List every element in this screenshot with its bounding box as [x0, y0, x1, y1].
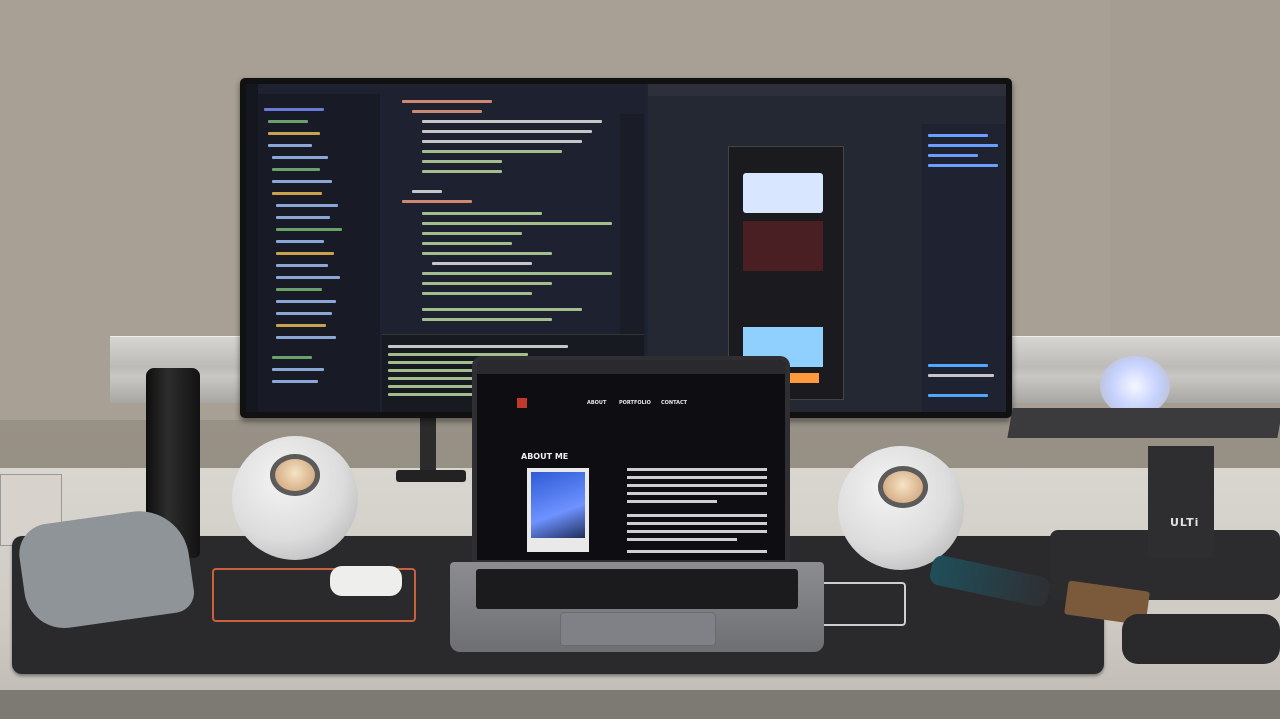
devtools-line: [928, 374, 994, 377]
code-line: [422, 120, 602, 123]
desk-edge: [0, 690, 1280, 719]
monitor-stand: [420, 418, 436, 478]
explorer-line: [276, 300, 336, 303]
tablet-stand-top: [1007, 408, 1280, 438]
devtools-line: [928, 144, 998, 147]
code-line: [422, 130, 592, 133]
laptop-browser-bar: [477, 360, 785, 374]
monitor-stand-base: [396, 470, 466, 482]
code-line: [422, 160, 502, 163]
explorer-line: [276, 228, 342, 231]
laptop-screen: ABOUT PORTFOLIO CONTACT ABOUT ME: [477, 360, 785, 560]
devtools-panel: [922, 124, 1006, 412]
about-text-line: [627, 514, 767, 517]
about-text-line: [627, 550, 767, 553]
code-line: [422, 232, 522, 235]
devtools-line: [928, 134, 988, 137]
explorer-line: [276, 216, 330, 219]
speaker-right-cone: [878, 466, 928, 508]
explorer-line: [276, 312, 332, 315]
explorer-line: [272, 380, 318, 383]
code-line: [422, 272, 612, 275]
code-line: [422, 242, 512, 245]
wrist-rest: [1122, 614, 1280, 664]
about-text-line: [627, 500, 717, 503]
explorer-line: [276, 264, 328, 267]
file-explorer: [258, 94, 380, 412]
minimap: [620, 114, 644, 334]
code-line: [422, 140, 582, 143]
speaker-left: [232, 436, 358, 560]
explorer-line: [272, 192, 322, 195]
profile-photo-image: [531, 472, 585, 538]
wall-plug-light: [1100, 356, 1170, 416]
explorer-line: [272, 180, 332, 183]
about-heading: ABOUT ME: [521, 452, 569, 461]
explorer-line: [276, 240, 324, 243]
code-line: [422, 282, 552, 285]
explorer-line: [276, 204, 338, 207]
code-line: [402, 200, 472, 203]
browser-tab-bar: [648, 84, 1006, 96]
about-text-line: [627, 492, 767, 495]
site-logo: [517, 398, 527, 408]
code-line: [422, 170, 502, 173]
devtools-line: [928, 364, 988, 367]
stand-brand-logo: ULTi: [1170, 516, 1200, 529]
code-line: [402, 100, 492, 103]
preview-card: [743, 173, 823, 213]
explorer-line: [268, 120, 308, 123]
code-line: [412, 190, 442, 193]
explorer-line: [264, 108, 324, 111]
nav-portfolio[interactable]: PORTFOLIO: [619, 400, 651, 406]
explorer-line: [268, 144, 312, 147]
about-text-line: [627, 530, 767, 533]
explorer-line: [268, 132, 320, 135]
desk-setup-photo: ABOUT PORTFOLIO CONTACT ABOUT ME ULTi: [0, 0, 1280, 719]
code-line: [422, 308, 582, 311]
explorer-line: [276, 252, 334, 255]
explorer-line: [272, 156, 328, 159]
speaker-left-cone: [270, 454, 320, 496]
code-line: [422, 252, 552, 255]
code-line: [432, 262, 532, 265]
nav-about[interactable]: ABOUT: [587, 400, 606, 406]
code-line: [422, 150, 562, 153]
profile-photo: [527, 468, 589, 552]
devtools-line: [928, 164, 998, 167]
explorer-line: [276, 324, 326, 327]
laptop-keyboard: [476, 569, 798, 609]
code-line: [412, 110, 482, 113]
laptop-trackpad: [560, 612, 716, 646]
laptop: ABOUT PORTFOLIO CONTACT ABOUT ME: [472, 356, 790, 564]
speaker-right: [838, 446, 964, 570]
activity-bar: [246, 84, 258, 412]
code-line: [422, 292, 532, 295]
tablet-stand-pole: [1148, 446, 1214, 558]
explorer-line: [276, 276, 340, 279]
explorer-line: [272, 168, 320, 171]
explorer-line: [272, 368, 324, 371]
code-line: [422, 318, 552, 321]
about-text-line: [627, 468, 767, 471]
terminal-line: [388, 345, 568, 348]
preview-tags: [743, 221, 823, 271]
explorer-line: [276, 288, 322, 291]
code-line: [422, 222, 612, 225]
airpods-case: [330, 566, 402, 596]
about-text-line: [627, 538, 737, 541]
code-line: [422, 212, 542, 215]
about-text-line: [627, 476, 767, 479]
explorer-line: [272, 356, 312, 359]
devtools-line: [928, 394, 988, 397]
about-text-line: [627, 484, 767, 487]
wall-panel-left: [0, 0, 110, 420]
devtools-line: [928, 154, 978, 157]
code-editor-pane: [382, 94, 618, 334]
explorer-line: [276, 336, 336, 339]
about-text-line: [627, 522, 767, 525]
nav-contact[interactable]: CONTACT: [661, 400, 687, 406]
